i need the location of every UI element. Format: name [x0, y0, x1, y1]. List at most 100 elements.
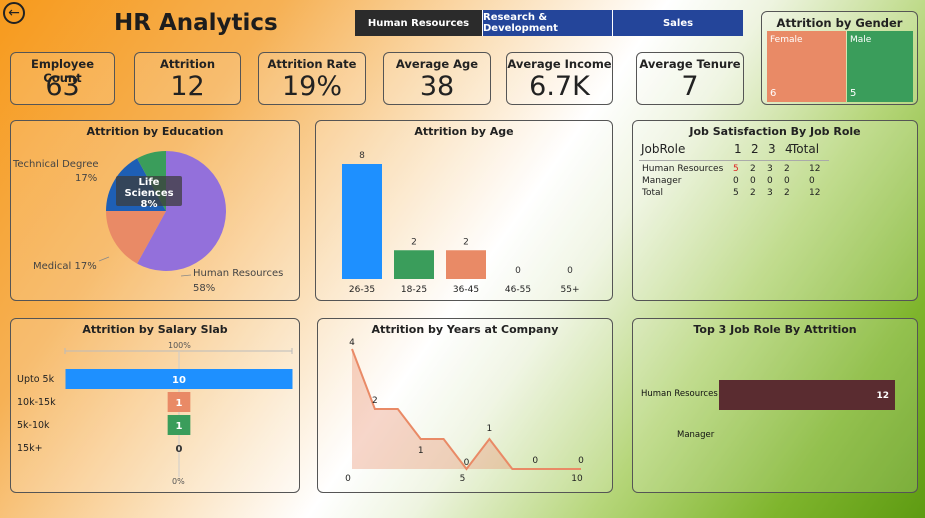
age-panel: Attrition by Age 8 26-35 2 18-25 2 36-45 0 46-5…	[315, 120, 613, 301]
matrix-header-cell: 2	[751, 142, 759, 156]
matrix-cell: 0	[733, 176, 739, 186]
tooltip-label: Life Sciences	[124, 177, 174, 199]
kpi-average-tenure: Average Tenure 7	[636, 52, 744, 105]
salary-tick-label: 10k-15k	[17, 397, 56, 408]
panel-title: Job Satisfaction By Job Role	[689, 125, 861, 138]
matrix-cell: 2	[784, 164, 790, 174]
age-tick-label: 18-25	[401, 285, 427, 295]
top3-bar[interactable]	[719, 380, 895, 410]
age-bar[interactable]	[342, 164, 382, 279]
matrix-cell: 5	[733, 188, 739, 198]
kpi-value: 6.7K	[529, 71, 590, 102]
tab-sales[interactable]: Sales	[613, 10, 743, 36]
pie-leader-line	[180, 274, 192, 277]
kpi-attrition: Attrition 12	[134, 52, 241, 105]
back-arrow-icon[interactable]: ←	[3, 2, 25, 24]
matrix-cell: 2	[750, 164, 756, 174]
matrix-cell: 0	[784, 176, 790, 186]
matrix-cell: 12	[809, 164, 821, 174]
age-tick-label: 55+	[561, 285, 580, 295]
years-tick-label: 0	[345, 474, 351, 484]
age-data-label: 2	[463, 237, 469, 247]
years-data-label: 4	[349, 338, 355, 348]
page-title: HR Analytics	[114, 10, 278, 36]
years-data-label: 0	[532, 456, 538, 466]
kpi-value: 63	[45, 71, 80, 102]
salary-panel: Attrition by Salary Slab Upto 5k 10 10k-15…	[10, 318, 300, 493]
kpi-value: 12	[170, 71, 205, 102]
kpi-label: Attrition	[159, 57, 216, 71]
tab-human-resources[interactable]: Human Resources	[355, 10, 483, 36]
tab-research-development[interactable]: Research & Development	[483, 10, 613, 36]
matrix-row-label: Manager	[642, 176, 682, 186]
salary-bottom-label: 0%	[172, 477, 185, 486]
pie-leader-line	[98, 256, 110, 262]
pie-label-hr-pct: 58%	[193, 283, 216, 294]
age-bar[interactable]	[394, 250, 434, 279]
age-data-label: 0	[515, 266, 521, 276]
matrix-header-cell: 3	[768, 142, 776, 156]
pie-label-hr: Human Resources	[193, 268, 284, 279]
gender-female-tile[interactable]: Female 6	[767, 31, 846, 102]
matrix-cell: 5	[733, 164, 739, 174]
department-tabs: Human Resources Research & Development S…	[355, 10, 743, 36]
years-area-chart: 421010 00 5 10	[345, 338, 584, 484]
salary-tick-label: Upto 5k	[17, 374, 55, 385]
salary-tick-label: 5k-10k	[17, 420, 50, 431]
age-tick-label: 36-45	[453, 285, 479, 295]
years-data-label: 1	[418, 446, 424, 456]
matrix-cell: 12	[809, 188, 821, 198]
male-value: 5	[850, 88, 857, 99]
age-data-label: 2	[411, 237, 417, 247]
matrix-header-cell: JobRole	[641, 142, 686, 156]
salary-data-label: 1	[176, 398, 183, 409]
male-label: Male	[850, 35, 872, 45]
years-panel: Attrition by Years at Company 4210100051…	[317, 318, 613, 493]
panel-title: Attrition by Gender	[776, 16, 903, 30]
kpi-employee-count: Employee Count 63	[10, 52, 115, 105]
matrix-divider	[639, 160, 829, 161]
education-panel: Attrition by Education Technical Degree …	[10, 120, 300, 301]
top3-label: Human Resources	[641, 389, 718, 399]
kpi-attrition-rate: Attrition Rate 19%	[258, 52, 366, 105]
pie-label-technical: Technical Degree	[13, 159, 99, 170]
matrix-cell: 0	[767, 176, 773, 186]
matrix-header-cell: 1	[734, 142, 742, 156]
age-data-label: 8	[359, 151, 365, 161]
kpi-value: 38	[419, 71, 455, 102]
gender-panel: Attrition by Gender Female 6 Male 5	[761, 11, 918, 105]
matrix-cell: 3	[767, 164, 773, 174]
salary-data-label: 10	[172, 375, 186, 386]
salary-data-label: 0	[176, 444, 183, 455]
top3-bar-chart: 12	[719, 380, 895, 410]
kpi-label: Average Income	[507, 57, 612, 71]
kpi-label: Average Age	[395, 57, 479, 71]
gender-male-tile[interactable]: Male 5	[847, 31, 913, 102]
pie-tooltip: Life Sciences 8%	[116, 176, 182, 210]
female-value: 6	[770, 88, 777, 99]
years-tick-label: 10	[571, 474, 583, 484]
kpi-label: Average Tenure	[639, 57, 741, 71]
years-data-label: 0	[464, 458, 470, 468]
kpi-value: 7	[681, 71, 699, 102]
matrix-row-label: Human Resources	[642, 164, 724, 174]
kpi-value: 19%	[281, 71, 342, 102]
age-data-label: 0	[567, 266, 573, 276]
years-data-label: 0	[578, 456, 584, 466]
matrix-cell: 0	[809, 176, 815, 186]
age-bar[interactable]	[446, 250, 486, 279]
salary-data-label: 1	[176, 421, 183, 432]
top3-data-label: 12	[876, 391, 889, 401]
age-tick-label: 46-55	[505, 285, 531, 295]
matrix-row-label: Total	[642, 188, 664, 198]
kpi-average-age: Average Age 38	[383, 52, 491, 105]
pie-label-technical-pct: 17%	[75, 173, 98, 184]
satisfaction-panel: Job Satisfaction By Job Role JobRole 1 2 3 4…	[632, 120, 918, 301]
kpi-average-income: Average Income 6.7K	[506, 52, 613, 105]
salary-tick-label: 15k+	[17, 443, 43, 454]
female-label: Female	[770, 35, 803, 45]
years-data-label: 2	[372, 396, 378, 406]
matrix-cell: 2	[784, 188, 790, 198]
age-tick-label: 26-35	[349, 285, 375, 295]
years-tick-label: 5	[460, 474, 466, 484]
